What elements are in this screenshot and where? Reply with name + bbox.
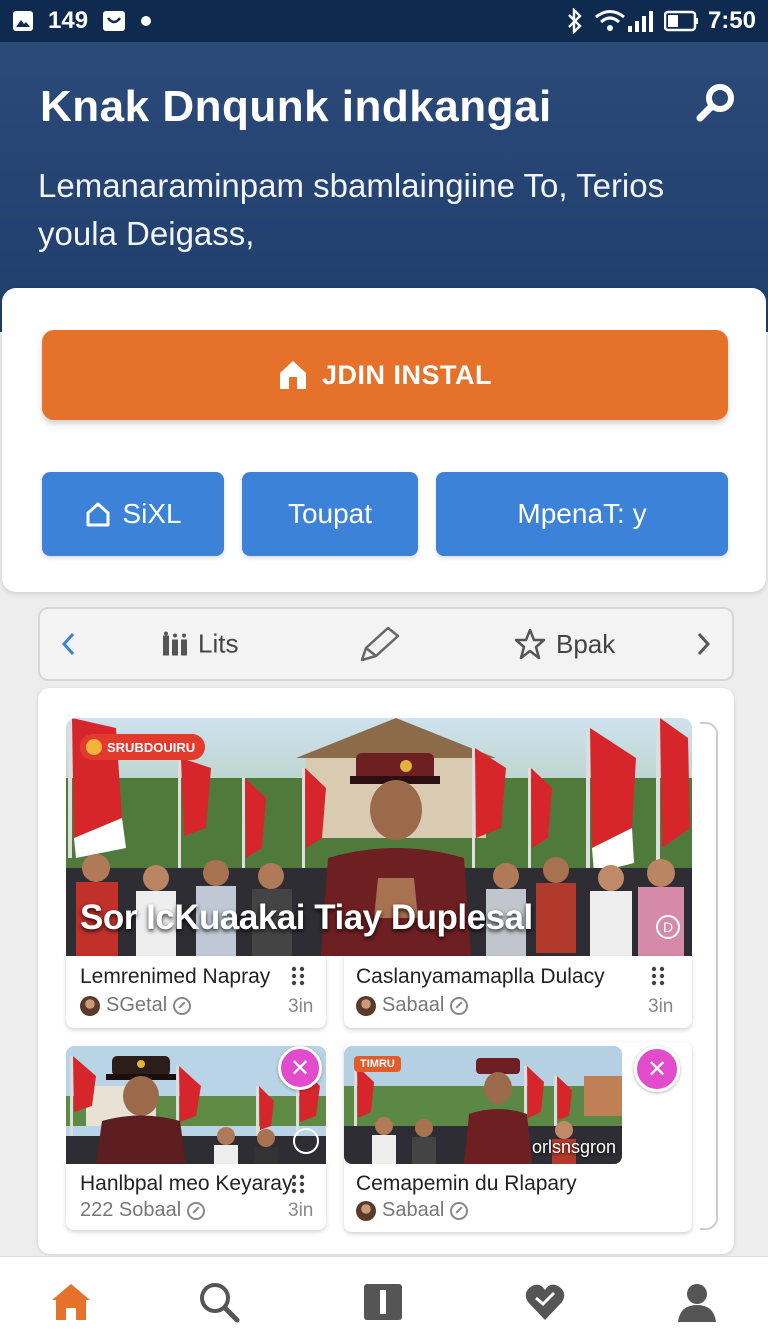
filter-lists[interactable]: Lits — [162, 629, 238, 660]
chevron-right-icon[interactable] — [696, 631, 712, 657]
badge-label: SRUBDOUIRU — [107, 739, 196, 755]
pencil-icon — [360, 626, 400, 662]
page-subtitle: Lemanaraminpam sbamlaingiine To, Terios … — [38, 167, 665, 252]
grid-icon — [163, 631, 187, 655]
card-author: 222 Sobaal — [80, 1199, 206, 1222]
library-icon — [364, 1284, 402, 1320]
more-icon[interactable] — [290, 1174, 306, 1194]
avatar — [356, 995, 376, 1016]
nav-search[interactable] — [194, 1279, 244, 1325]
mpenat-label: MpenaT: y — [517, 498, 647, 529]
badge-icon — [86, 739, 102, 755]
verified-icon — [450, 996, 469, 1015]
category-badge: SRUBDOUIRU — [80, 734, 206, 760]
scrollbar[interactable] — [700, 722, 718, 1230]
card-time: 3in — [648, 996, 674, 1017]
filter-lists-label: Lits — [198, 628, 239, 659]
bluetooth-icon — [568, 8, 582, 34]
bottom-nav — [0, 1256, 768, 1344]
category-badge: TIMRU — [354, 1056, 401, 1072]
verified-icon — [187, 1201, 206, 1220]
card-author: SGetal — [80, 994, 192, 1017]
action-card: JDIN INSTAL SiXL Toupat MpenaT: y — [2, 288, 766, 592]
info-icon[interactable]: D — [656, 915, 680, 939]
nav-profile[interactable] — [672, 1279, 722, 1325]
toupat-label: Toupat — [287, 498, 373, 529]
notification-count: 149 — [48, 7, 89, 34]
author-name: Sabaal — [382, 1199, 445, 1221]
sixl-button[interactable]: SiXL — [42, 472, 224, 556]
avatar — [356, 1200, 376, 1221]
card-title: Cemapemin du Rlapary — [356, 1172, 577, 1195]
card-time: 3in — [288, 996, 314, 1017]
status-bar: 149 7:50 — [0, 0, 768, 42]
filter-edit[interactable] — [358, 624, 402, 664]
join-install-button[interactable]: JDIN INSTAL — [42, 330, 728, 420]
card-title: Caslanyamamaplla Dulacy — [356, 965, 605, 988]
sixl-label: SiXL — [122, 498, 182, 529]
nav-library[interactable] — [358, 1279, 408, 1325]
more-icon[interactable] — [290, 966, 306, 986]
wifi-icon — [595, 10, 653, 32]
page-title: Knak Dnqunk indkangai — [40, 82, 552, 131]
mpenat-button[interactable]: MpenaT: y — [436, 472, 728, 556]
filter-bar: Lits Bpak — [38, 607, 734, 681]
card-title: Hanlbpal meo Keyaray — [80, 1172, 293, 1195]
toupat-button[interactable]: Toupat — [242, 472, 418, 556]
filter-bookmark-label: Bpak — [556, 628, 616, 659]
verified-icon — [450, 1201, 469, 1220]
card-author: Sabaal — [356, 1199, 469, 1222]
search-icon — [200, 1283, 240, 1323]
close-icon[interactable]: ✕ — [634, 1046, 680, 1092]
primary-button-label: JDIN INSTAL — [321, 359, 492, 390]
card-time: 3in — [288, 1200, 314, 1221]
verified-icon — [173, 996, 192, 1015]
author-name: 222 Sobaal — [80, 1199, 182, 1221]
heart-icon — [525, 1284, 565, 1320]
home-icon — [86, 502, 110, 527]
dot-icon — [141, 16, 152, 26]
image-overlay-text: orlsnsgron — [532, 1137, 617, 1157]
nav-home[interactable] — [46, 1279, 96, 1325]
photo-icon — [13, 11, 33, 31]
clock: 7:50 — [707, 7, 756, 34]
message-icon — [103, 11, 126, 31]
more-icon[interactable] — [650, 966, 666, 986]
nav-favorites[interactable] — [520, 1279, 570, 1325]
feature-title: Sor IcKuaakai Tiay Duplesal — [80, 898, 533, 937]
card-title: Lemrenimed Napray — [80, 965, 271, 988]
filter-bookmark[interactable]: Bpak — [514, 628, 615, 660]
chevron-left-icon[interactable] — [60, 631, 76, 657]
search-icon[interactable] — [692, 80, 740, 128]
author-name: SGetal — [106, 994, 168, 1016]
close-icon[interactable]: ✕ — [278, 1046, 322, 1090]
profile-icon — [678, 1284, 716, 1322]
home-icon — [52, 1284, 90, 1320]
card-author: Sabaal — [356, 994, 469, 1017]
house-icon — [279, 361, 306, 389]
star-icon — [514, 628, 546, 660]
avatar — [80, 995, 100, 1016]
battery-icon — [663, 10, 698, 32]
author-name: Sabaal — [382, 994, 445, 1016]
